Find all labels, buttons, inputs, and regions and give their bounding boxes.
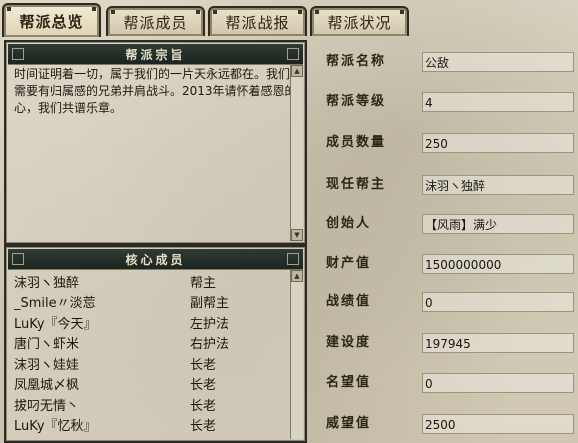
tab-members[interactable]: 帮派成员 [106,6,205,36]
tab-corner-ornament [92,7,96,11]
info-value: 250 [422,133,574,153]
tab-label: 帮派状况 [327,13,392,32]
member-row[interactable]: LuKy『忆秋』 长老 [14,415,297,436]
info-row-prestige: 威望值 2500 [326,413,576,435]
info-label: 威望值 [326,416,372,431]
member-name: 沫羽ヽ独醉 [14,275,80,291]
info-value: 2500 [422,414,574,434]
scroll-up-arrow-icon[interactable]: ▲ [291,270,303,282]
info-value: 4 [422,92,574,112]
member-rank: 长老 [190,398,217,414]
info-label: 现任帮主 [326,177,387,192]
header-ornament-icon [12,253,24,265]
tab-corner-ornament [196,10,200,14]
info-value: 公敌 [422,52,574,72]
info-value: 0 [422,292,574,312]
member-rank: 副帮主 [190,296,230,312]
member-name: 沫羽ヽ娃娃 [14,357,80,373]
info-label: 战绩值 [326,294,372,309]
member-row[interactable]: LuKy『今天』 左护法 [14,312,297,333]
tab-corner-ornament [111,10,115,14]
info-row-battle-record: 战绩值 0 [326,291,576,313]
info-row-wealth: 财产值 1500000000 [326,253,576,275]
member-row[interactable]: _Smile〃淡莣 副帮主 [14,292,297,313]
scroll-up-arrow-icon[interactable]: ▲ [291,65,303,77]
core-members-title: 核心成员 [125,252,186,267]
member-rank: 长老 [190,357,217,373]
motto-text: 时间证明着一切，属于我们的一片天永远都在。我们需要有归属感的兄弟并肩战斗。201… [14,67,297,115]
info-value: 1500000000 [422,254,574,274]
member-name: 凤凰城〆枫 [14,378,80,394]
tab-label: 帮派成员 [123,13,188,32]
info-label: 名望值 [326,375,372,390]
tab-corner-ornament [315,10,319,14]
motto-panel-header: 帮派宗旨 [8,44,303,65]
info-row-guild-name: 帮派名称 公敌 [326,51,576,73]
member-rank: 帮主 [190,275,217,291]
info-row-member-count: 成员数量 250 [326,132,576,154]
tab-label: 帮派总览 [19,12,84,31]
member-name: 拔叼无情丶 [14,398,80,414]
member-name: LuKy『今天』 [14,316,97,332]
info-label: 帮派等级 [326,94,387,109]
member-row[interactable]: 沫羽ヽ娃娃 长老 [14,353,297,374]
info-row-reputation: 名望值 0 [326,372,576,394]
tab-status[interactable]: 帮派状况 [310,6,409,36]
motto-scrollbar[interactable]: ▲ ▼ [290,65,303,241]
member-rank: 长老 [190,419,217,435]
tab-corner-ornament [298,10,302,14]
member-name: _Smile〃淡莣 [14,296,96,312]
info-label: 财产值 [326,256,372,271]
info-value: 197945 [422,333,574,353]
info-row-founder: 创始人 【风雨】满少 [326,213,576,235]
member-row[interactable]: 拔叼无情丶 长老 [14,394,297,415]
member-name: 唐门ヽ虾米 [14,337,80,353]
tab-corner-ornament [7,7,11,11]
info-label: 建设度 [326,335,372,350]
member-rank: 右护法 [190,337,230,353]
member-row[interactable]: 凤凰城〆枫 长老 [14,374,297,395]
info-value: 0 [422,373,574,393]
member-list: 沫羽ヽ独醉 帮主 _Smile〃淡莣 副帮主 LuKy『今天』 左护法 唐门ヽ虾… [14,271,297,435]
info-label: 创始人 [326,216,372,231]
tab-label: 帮派战报 [225,13,290,32]
core-members-header: 核心成员 [8,249,303,270]
member-row[interactable]: 沫羽ヽ独醉 帮主 [14,271,297,292]
motto-panel-title: 帮派宗旨 [125,47,186,62]
header-ornament-icon [287,253,299,265]
member-row[interactable]: 唐门ヽ虾米 右护法 [14,333,297,354]
member-rank: 左护法 [190,316,230,332]
tab-corner-ornament [213,10,217,14]
motto-panel: 帮派宗旨 时间证明着一切，属于我们的一片天永远都在。我们需要有归属感的兄弟并肩战… [4,40,307,245]
info-row-guild-level: 帮派等级 4 [326,91,576,113]
info-label: 成员数量 [326,135,387,150]
header-ornament-icon [287,48,299,60]
info-value: 【风雨】满少 [422,214,574,234]
header-ornament-icon [12,48,24,60]
member-name: LuKy『忆秋』 [14,419,97,435]
member-rank: 长老 [190,378,217,394]
tab-battle-report[interactable]: 帮派战报 [208,6,307,36]
scroll-down-arrow-icon[interactable]: ▼ [291,229,303,241]
members-scrollbar[interactable]: ▲ [290,270,303,439]
info-value: 沫羽ヽ独醉 [422,175,574,195]
tab-overview[interactable]: 帮派总览 [2,3,101,37]
tab-corner-ornament [400,10,404,14]
info-label: 帮派名称 [326,54,387,69]
info-row-construction: 建设度 197945 [326,332,576,354]
info-row-current-leader: 现任帮主 沫羽ヽ独醉 [326,174,576,196]
tab-bar: 帮派总览 帮派成员 帮派战报 帮派状况 [0,0,578,37]
core-members-panel: 核心成员 沫羽ヽ独醉 帮主 _Smile〃淡莣 副帮主 LuKy『今天』 左护法… [4,245,307,443]
